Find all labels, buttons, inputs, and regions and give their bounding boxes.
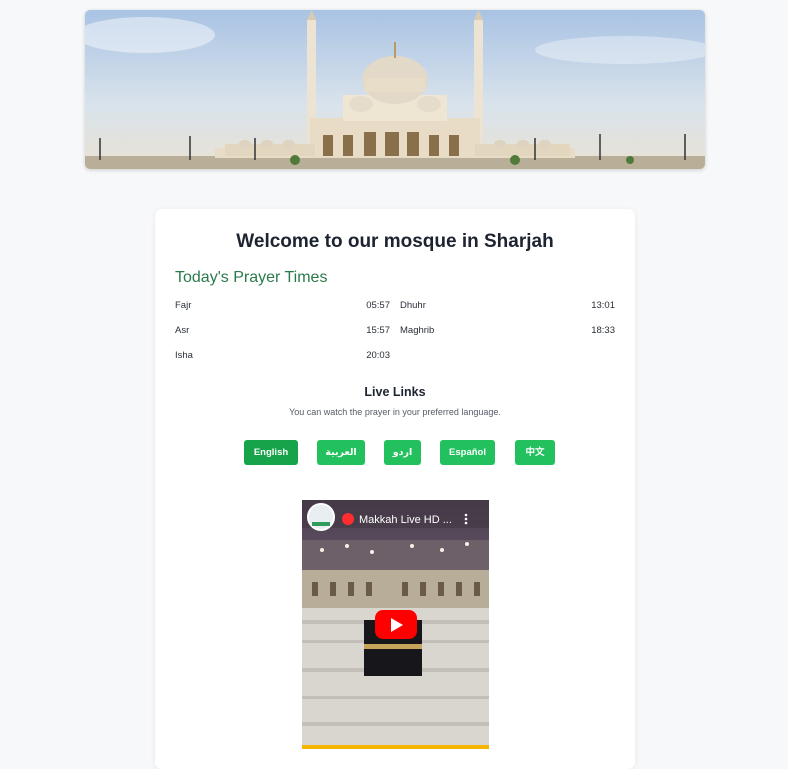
prayer-row-dhuhr: Dhuhr 13:01 [400, 300, 615, 311]
prayer-times-heading: Today's Prayer Times [175, 269, 328, 286]
mosque-banner-image [85, 10, 705, 169]
prayer-name: Dhuhr [400, 300, 426, 311]
prayer-time: 15:57 [366, 325, 390, 336]
prayer-row-isha: Isha 20:03 [175, 350, 390, 361]
language-button-english[interactable]: English [244, 440, 298, 465]
prayer-row-fajr: Fajr 05:57 [175, 300, 390, 311]
live-video-embed[interactable]: Makkah Live HD ... [302, 500, 489, 749]
prayer-name: Maghrib [400, 325, 435, 336]
language-button-spanish[interactable]: Español [440, 440, 495, 465]
live-indicator-icon [342, 513, 354, 525]
page-title: Welcome to our mosque in Sharjah [236, 231, 554, 252]
language-button-chinese[interactable]: 中文 [515, 440, 555, 465]
play-icon [391, 618, 403, 632]
prayer-time: 05:57 [366, 300, 390, 311]
prayer-row-asr: Asr 15:57 [175, 325, 390, 336]
prayer-time: 13:01 [591, 300, 615, 311]
live-links-heading: Live Links [364, 385, 426, 399]
prayer-time: 18:33 [591, 325, 615, 336]
prayer-name: Isha [175, 350, 193, 361]
live-links-description: You can watch the prayer in your preferr… [289, 407, 501, 417]
more-vert-icon[interactable] [458, 508, 474, 528]
play-button[interactable] [375, 610, 417, 639]
prayer-row-maghrib: Maghrib 18:33 [400, 325, 615, 336]
prayer-name: Asr [175, 325, 190, 336]
language-button-urdu[interactable]: اردو [384, 440, 421, 465]
prayer-name: Fajr [175, 300, 192, 311]
prayer-time: 20:03 [366, 350, 390, 361]
channel-avatar[interactable] [307, 503, 335, 531]
welcome-card: Welcome to our mosque in Sharjah Today's… [155, 209, 635, 769]
video-title: Makkah Live HD ... [359, 514, 452, 526]
language-button-arabic[interactable]: العربية [317, 440, 365, 465]
